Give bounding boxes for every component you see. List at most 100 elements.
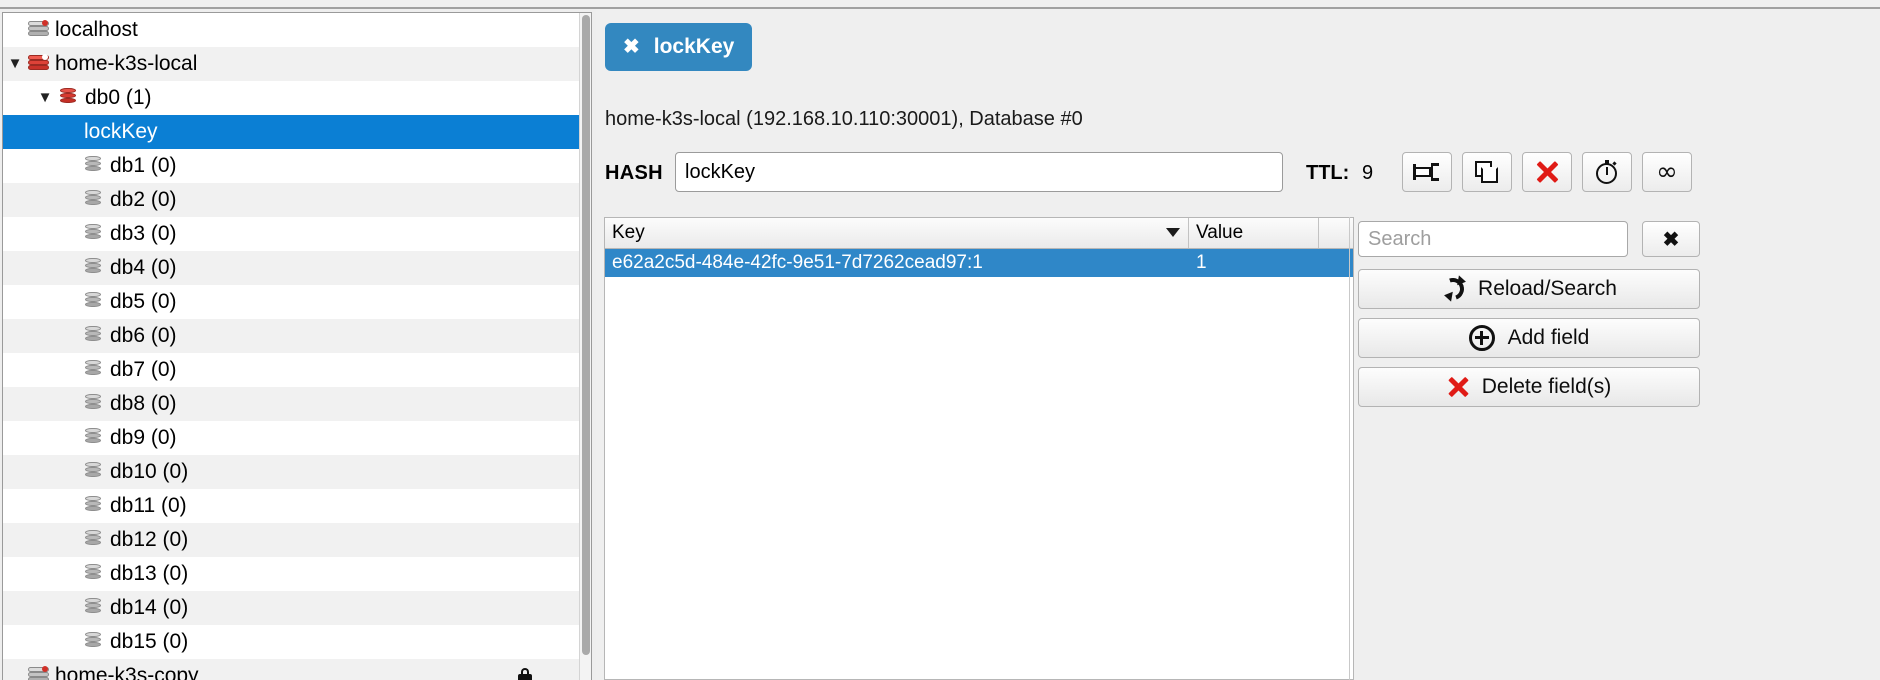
tree-item-label: lockKey bbox=[84, 120, 158, 143]
ttl-value: 9 bbox=[1362, 162, 1374, 184]
copy-key-button[interactable] bbox=[1462, 152, 1512, 192]
close-icon[interactable]: ✖ bbox=[623, 37, 640, 57]
tree-item-home-k3s-copy[interactable]: home-k3s-copy bbox=[3, 659, 579, 680]
set-ttl-button[interactable] bbox=[1582, 152, 1632, 192]
rename-icon bbox=[1413, 162, 1440, 182]
tree-item-label: db0 (1) bbox=[85, 86, 152, 109]
tree-item-label: db10 (0) bbox=[110, 460, 189, 483]
add-field-label: Add field bbox=[1507, 326, 1590, 349]
connection-tree-panel: localhost ▼ home-k3s-local ▼ db0 (1) lockKey d… bbox=[2, 12, 592, 680]
search-input[interactable] bbox=[1358, 221, 1628, 257]
reload-search-label: Reload/Search bbox=[1478, 277, 1617, 300]
tree-item-db12-0-[interactable]: db12 (0) bbox=[3, 523, 579, 557]
tree-scrollbar-thumb[interactable] bbox=[582, 15, 590, 655]
stopwatch-icon bbox=[1595, 160, 1619, 184]
expand-collapse-icon[interactable]: ▼ bbox=[35, 81, 55, 115]
tree-item-db7-0-[interactable]: db7 (0) bbox=[3, 353, 579, 387]
tree-item-label: db4 (0) bbox=[110, 256, 177, 279]
tree-item-label: db7 (0) bbox=[110, 358, 177, 381]
tree-item-db14-0-[interactable]: db14 (0) bbox=[3, 591, 579, 625]
add-field-button[interactable]: Add field bbox=[1358, 318, 1700, 358]
column-header-value[interactable]: Value bbox=[1189, 218, 1319, 248]
tree-item-label: db1 (0) bbox=[110, 154, 177, 177]
column-header-key-label: Key bbox=[612, 222, 645, 243]
tree-item-localhost[interactable]: localhost bbox=[3, 13, 579, 47]
table-cell-key[interactable]: e62a2c5d-484e-42fc-9e51-7d7262cead97:1 bbox=[605, 249, 1189, 277]
persist-key-button[interactable]: ∞ bbox=[1642, 152, 1692, 192]
window-top-divider bbox=[0, 0, 1880, 9]
column-header-key[interactable]: Key bbox=[605, 218, 1189, 248]
tree-vertical-scrollbar[interactable] bbox=[579, 13, 591, 680]
tree-item-db1-0-[interactable]: db1 (0) bbox=[3, 149, 579, 183]
key-editor-panel: ✖ lockKey home-k3s-local (192.168.10.110… bbox=[596, 9, 1880, 680]
tree-item-db11-0-[interactable]: db11 (0) bbox=[3, 489, 579, 523]
lock-icon bbox=[518, 668, 532, 680]
tree-item-label: home-k3s-copy bbox=[55, 664, 199, 680]
connection-tree[interactable]: localhost ▼ home-k3s-local ▼ db0 (1) lockKey d… bbox=[3, 13, 579, 680]
database-icon bbox=[82, 258, 104, 278]
tree-item-label: db11 (0) bbox=[110, 494, 187, 517]
tree-item-db13-0-[interactable]: db13 (0) bbox=[3, 557, 579, 591]
delete-x-icon bbox=[1447, 376, 1469, 398]
server-icon bbox=[27, 20, 49, 40]
database-icon bbox=[82, 462, 104, 482]
copy-icon bbox=[1475, 161, 1499, 183]
column-header-spacer bbox=[1319, 218, 1353, 248]
table-cell-value[interactable]: 1 bbox=[1189, 249, 1319, 277]
tree-item-db15-0-[interactable]: db15 (0) bbox=[3, 625, 579, 659]
tree-item-db0-1-[interactable]: ▼ db0 (1) bbox=[3, 81, 579, 115]
database-icon bbox=[82, 190, 104, 210]
tree-item-label: db8 (0) bbox=[110, 392, 177, 415]
table-row[interactable]: e62a2c5d-484e-42fc-9e51-7d7262cead97:1 1 bbox=[605, 249, 1353, 277]
tree-item-label: db6 (0) bbox=[110, 324, 177, 347]
tree-item-label: db15 (0) bbox=[110, 630, 189, 653]
database-icon bbox=[82, 224, 104, 244]
column-header-value-label: Value bbox=[1196, 222, 1244, 243]
tree-item-db5-0-[interactable]: db5 (0) bbox=[3, 285, 579, 319]
expand-collapse-icon[interactable]: ▼ bbox=[5, 47, 25, 81]
delete-key-button[interactable] bbox=[1522, 152, 1572, 192]
open-key-tab[interactable]: ✖ lockKey bbox=[605, 23, 753, 71]
tree-item-label: db13 (0) bbox=[110, 562, 189, 585]
tree-item-db3-0-[interactable]: db3 (0) bbox=[3, 217, 579, 251]
database-icon bbox=[82, 394, 104, 414]
connection-info-label: home-k3s-local (192.168.10.110:30001), D… bbox=[605, 108, 1083, 130]
tree-item-label: db14 (0) bbox=[110, 596, 189, 619]
panel-divider bbox=[1349, 217, 1350, 680]
tree-item-db8-0-[interactable]: db8 (0) bbox=[3, 387, 579, 421]
tree-item-label: db2 (0) bbox=[110, 188, 177, 211]
tree-item-label: localhost bbox=[55, 18, 138, 41]
database-icon bbox=[82, 292, 104, 312]
tree-item-db6-0-[interactable]: db6 (0) bbox=[3, 319, 579, 353]
clear-search-button[interactable]: ✖ bbox=[1642, 221, 1700, 257]
tree-item-db4-0-[interactable]: db4 (0) bbox=[3, 251, 579, 285]
sort-descending-icon[interactable] bbox=[1166, 228, 1180, 237]
delete-fields-button[interactable]: Delete field(s) bbox=[1358, 367, 1700, 407]
tree-item-lockkey[interactable]: lockKey bbox=[3, 115, 579, 149]
reload-search-button[interactable]: Reload/Search bbox=[1358, 269, 1700, 309]
tree-item-label: db12 (0) bbox=[110, 528, 189, 551]
table-cell-spacer bbox=[1319, 249, 1353, 277]
key-name-input[interactable] bbox=[675, 152, 1283, 192]
tree-item-db10-0-[interactable]: db10 (0) bbox=[3, 455, 579, 489]
tree-item-label: db5 (0) bbox=[110, 290, 177, 313]
tree-item-home-k3s-local[interactable]: ▼ home-k3s-local bbox=[3, 47, 579, 81]
open-key-tab-label: lockKey bbox=[653, 35, 735, 58]
key-type-label: HASH bbox=[605, 162, 663, 184]
ttl-label: TTL: bbox=[1306, 162, 1350, 184]
database-icon bbox=[82, 564, 104, 584]
database-icon bbox=[82, 598, 104, 618]
plus-circle-icon bbox=[1468, 325, 1495, 351]
database-icon bbox=[82, 360, 104, 380]
tree-item-db9-0-[interactable]: db9 (0) bbox=[3, 421, 579, 455]
tree-item-label: home-k3s-local bbox=[55, 52, 198, 75]
tree-item-label: db3 (0) bbox=[110, 222, 177, 245]
rename-key-button[interactable] bbox=[1402, 152, 1452, 192]
tree-item-db2-0-[interactable]: db2 (0) bbox=[3, 183, 579, 217]
table-header-row: Key Value bbox=[605, 218, 1353, 249]
database-icon bbox=[82, 632, 104, 652]
key-toolbar: HASH TTL: 9 ∞ bbox=[596, 152, 1880, 196]
field-actions-panel: ✖ Reload/Search Add field Delete field(s… bbox=[1358, 217, 1872, 680]
infinity-icon: ∞ bbox=[1656, 157, 1678, 187]
hash-fields-table: Key Value e62a2c5d-484e-42fc-9e51-7d7262… bbox=[604, 217, 1354, 680]
